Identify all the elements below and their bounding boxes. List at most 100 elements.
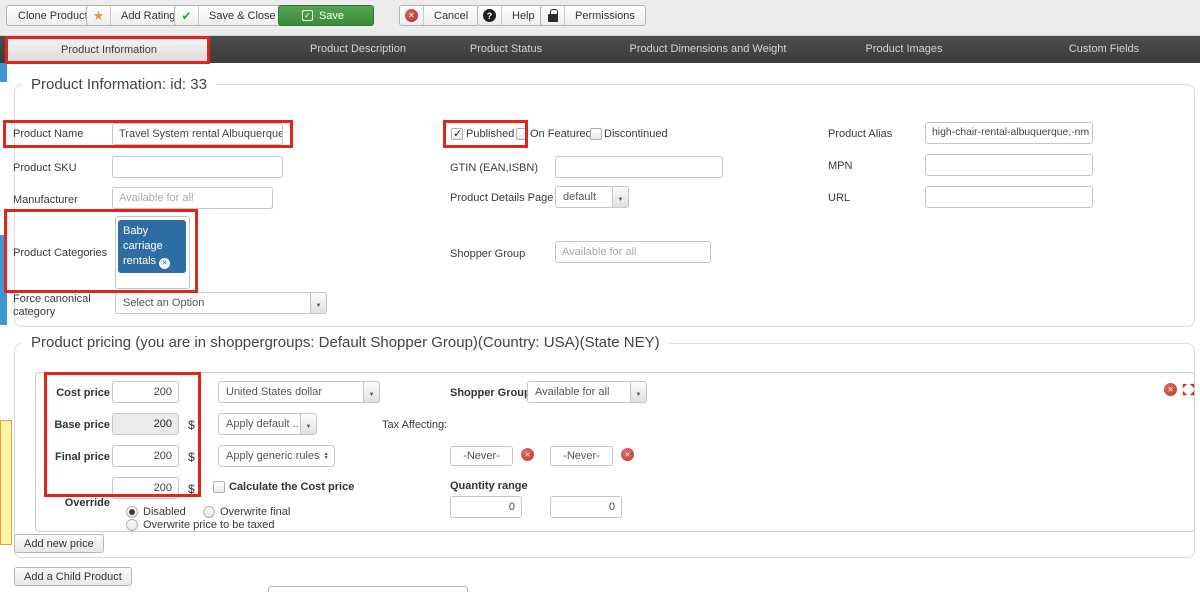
cancel-icon	[400, 6, 424, 25]
tab-custom-fields[interactable]: Custom Fields	[1069, 36, 1139, 63]
shopper-group-label: Shopper Group	[450, 248, 525, 260]
help-button[interactable]: Help	[477, 5, 546, 26]
chevron-down-icon[interactable]	[612, 186, 629, 208]
currency-select[interactable]: United States dollar	[218, 381, 380, 403]
gtin-label: GTIN (EAN,ISBN)	[450, 162, 538, 174]
tax-affecting-label: Tax Affecting:	[382, 419, 447, 431]
remove-price-icon[interactable]	[1164, 383, 1177, 396]
remove-category-icon[interactable]	[159, 258, 170, 269]
permissions-button[interactable]: Permissions	[540, 5, 646, 26]
override-currency-symbol: $	[188, 482, 195, 496]
override-disabled-radio[interactable]	[126, 506, 138, 518]
tab-product-information-label: Product Information	[61, 44, 157, 56]
expand-icon[interactable]	[1182, 383, 1195, 396]
chevron-down-icon[interactable]	[630, 381, 647, 403]
mpn-input[interactable]	[925, 154, 1093, 176]
check-icon	[175, 6, 199, 25]
published-label: Published	[466, 128, 514, 140]
tab-product-information[interactable]: Product Information	[8, 36, 210, 63]
lock-icon	[541, 6, 565, 25]
permissions-label: Permissions	[565, 10, 645, 22]
shopper-group-input[interactable]: Available for all	[555, 241, 711, 263]
product-sku-input[interactable]	[112, 156, 283, 178]
product-pricing-legend: Product pricing (you are in shoppergroup…	[22, 334, 669, 351]
manufacturer-input[interactable]: Available for all	[112, 187, 273, 209]
published-checkbox[interactable]	[451, 128, 463, 140]
product-categories-label: Product Categories	[13, 247, 107, 259]
tax-rule-1-select[interactable]: -Never-	[450, 446, 513, 466]
canonical-category-label: Force canonical category	[13, 293, 99, 319]
final-currency-symbol: $	[188, 450, 195, 464]
chevron-down-icon[interactable]	[310, 292, 327, 314]
base-price-label: Base price	[45, 419, 110, 431]
details-page-value: default	[555, 186, 613, 208]
currency-value: United States dollar	[218, 381, 364, 403]
url-input[interactable]	[925, 186, 1093, 208]
cost-price-label: Cost price	[45, 387, 110, 399]
product-alias-input[interactable]: high-chair-rental-albuquerque,-nm	[925, 122, 1093, 144]
apply-generic-rules-select[interactable]: Apply generic rules	[218, 445, 335, 467]
url-label: URL	[828, 192, 850, 204]
mpn-label: MPN	[828, 160, 852, 172]
override-price-input[interactable]: 200	[112, 477, 179, 499]
product-information-legend: Product Information: id: 33	[22, 76, 216, 93]
star-icon	[87, 6, 111, 25]
apply-default-value: Apply default ...	[218, 413, 301, 435]
pricing-shopper-group-label: Shopper Group	[450, 387, 531, 399]
sort-arrows-icon	[324, 452, 329, 460]
product-alias-label: Product Alias	[828, 128, 892, 140]
calculate-cost-checkbox[interactable]	[213, 481, 225, 493]
category-tag: Baby carriage rentals	[118, 220, 186, 273]
add-rating-button[interactable]: Add Rating	[86, 5, 186, 26]
save-button[interactable]: Save	[278, 5, 374, 26]
override-final-radio[interactable]	[203, 506, 215, 518]
toolbar: Clone Product Add Rating Save & Close Sa…	[0, 0, 1200, 36]
tax-rule-2-select[interactable]: -Never-	[550, 446, 613, 466]
gtin-input[interactable]	[555, 156, 723, 178]
help-label: Help	[502, 10, 545, 22]
quantity-min-input[interactable]: 0	[450, 496, 522, 518]
discontinued-checkbox[interactable]	[590, 128, 602, 140]
remove-tax-rule-1-icon[interactable]	[521, 448, 534, 461]
chevron-down-icon[interactable]	[300, 413, 317, 435]
override-disabled-label: Disabled	[143, 506, 186, 518]
background-strip-blue-top	[0, 63, 7, 82]
product-name-input[interactable]: Travel System rental Albuquerque, N	[112, 123, 283, 145]
tab-product-description[interactable]: Product Description	[310, 36, 406, 63]
quantity-max-input[interactable]: 0	[550, 496, 622, 518]
save-icon	[302, 10, 313, 21]
discontinued-label: Discontinued	[604, 128, 668, 140]
override-taxed-label: Overwrite price to be taxed	[143, 519, 274, 531]
override-label: Override	[45, 497, 110, 509]
base-currency-symbol: $	[188, 418, 195, 432]
on-featured-checkbox[interactable]	[516, 128, 528, 140]
tab-product-images[interactable]: Product Images	[865, 36, 942, 63]
cost-price-input[interactable]: 200	[112, 381, 179, 403]
final-price-label: Final price	[45, 451, 110, 463]
calculate-cost-label: Calculate the Cost price	[229, 481, 354, 493]
remove-tax-rule-2-icon[interactable]	[621, 448, 634, 461]
cancel-button[interactable]: Cancel	[399, 5, 479, 26]
help-icon	[478, 6, 502, 25]
category-tag-label: Baby carriage rentals	[123, 225, 163, 267]
apply-default-select[interactable]: Apply default ...	[218, 413, 317, 435]
details-page-label: Product Details Page	[450, 192, 553, 204]
add-child-product-button[interactable]: Add a Child Product	[14, 567, 132, 586]
canonical-category-select[interactable]: Select an Option	[115, 292, 327, 314]
pricing-shopper-group-select[interactable]: Available for all	[527, 381, 647, 403]
pricing-shopper-group-value: Available for all	[527, 381, 631, 403]
base-price-input[interactable]: 200	[112, 413, 179, 435]
product-sku-label: Product SKU	[13, 162, 77, 174]
product-name-label: Product Name	[13, 128, 83, 140]
canonical-category-value: Select an Option	[115, 292, 311, 314]
final-price-input[interactable]: 200	[112, 445, 179, 467]
add-new-price-button[interactable]: Add new price	[14, 534, 104, 553]
chevron-down-icon[interactable]	[363, 381, 380, 403]
tab-product-status[interactable]: Product Status	[470, 36, 542, 63]
tab-product-dimensions[interactable]: Product Dimensions and Weight	[630, 36, 787, 63]
override-final-label: Overwrite final	[220, 506, 290, 518]
quantity-range-label: Quantity range	[450, 480, 528, 492]
save-close-button[interactable]: Save & Close	[174, 5, 287, 26]
details-page-select[interactable]: default	[555, 186, 629, 208]
override-taxed-radio[interactable]	[126, 519, 138, 531]
